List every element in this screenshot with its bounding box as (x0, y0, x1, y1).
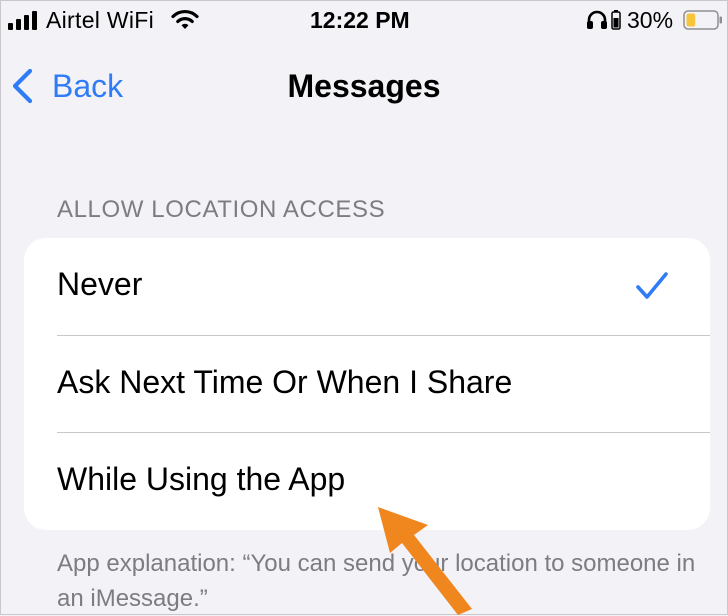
annotation-arrow (378, 507, 472, 615)
clock: 12:22 PM (310, 7, 410, 33)
option-while-using-app[interactable]: While Using the App (24, 433, 710, 529)
option-ask-next-time[interactable]: Ask Next Time Or When I Share (24, 336, 710, 432)
cellular-signal-icon (8, 11, 37, 30)
section-header: ALLOW LOCATION ACCESS (57, 196, 386, 223)
option-never[interactable]: Never (24, 238, 710, 334)
wifi-icon (171, 9, 199, 29)
battery-percent: 30% (627, 7, 674, 33)
headphones-battery-icon (611, 10, 621, 30)
page-title: Messages (287, 68, 441, 104)
option-label: Ask Next Time Or When I Share (57, 364, 513, 400)
location-options-group: Never Ask Next Time Or When I Share Whil… (24, 238, 710, 530)
option-label: While Using the App (57, 461, 346, 497)
battery-icon (683, 10, 722, 30)
headphones-icon (587, 10, 607, 29)
status-bar: Airtel WiFi 12:22 PM 30% (0, 0, 728, 40)
checkmark-icon (636, 272, 668, 299)
option-label: Never (57, 266, 143, 302)
carrier-name: Airtel WiFi (46, 7, 155, 33)
